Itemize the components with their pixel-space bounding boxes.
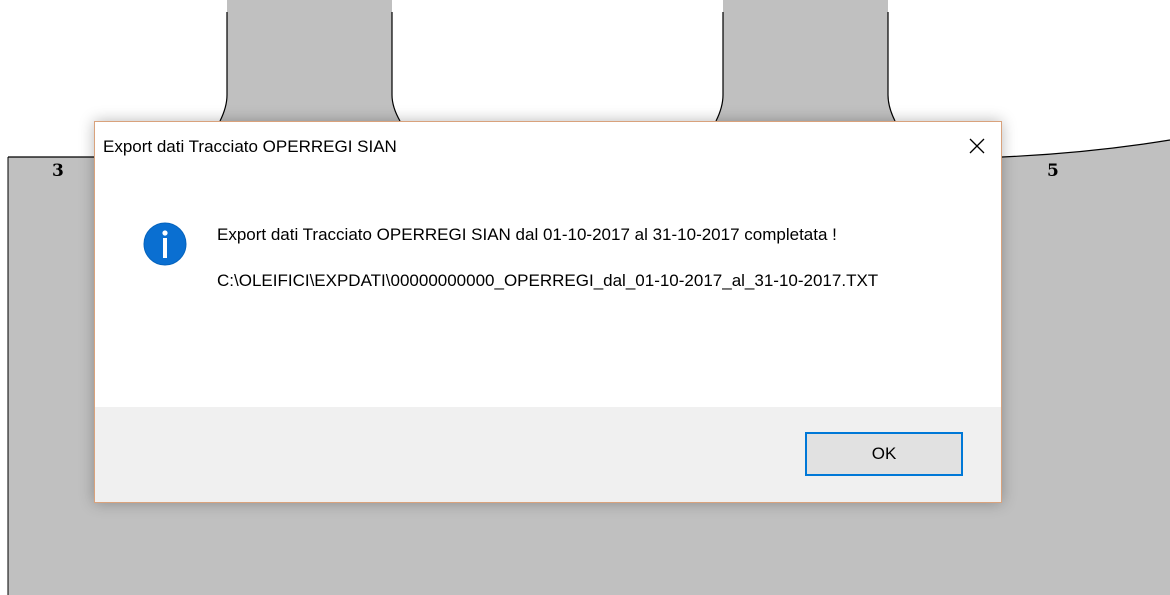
dialog-message: Export dati Tracciato OPERREGI SIAN dal … [217,222,957,314]
close-button[interactable] [953,122,1001,170]
drawing-tab-left [220,0,400,121]
message-file-path: C:\OLEIFICI\EXPDATI\00000000000_OPERREGI… [217,271,879,290]
drawing-label-5: 5 [1047,161,1059,181]
message-text: Export dati Tracciato OPERREGI SIAN dal … [217,225,837,244]
dialog-footer: OK [95,407,1001,502]
drawing-tab-right [716,0,895,121]
info-icon [143,222,187,266]
drawing-label-3: 3 [52,161,64,181]
dialog-title: Export dati Tracciato OPERREGI SIAN [103,137,397,156]
message-dialog: Export dati Tracciato OPERREGI SIAN Expo… [94,121,1002,503]
ok-button[interactable]: OK [805,432,963,476]
close-icon [969,138,985,154]
dialog-titlebar[interactable]: Export dati Tracciato OPERREGI SIAN [95,122,1001,170]
